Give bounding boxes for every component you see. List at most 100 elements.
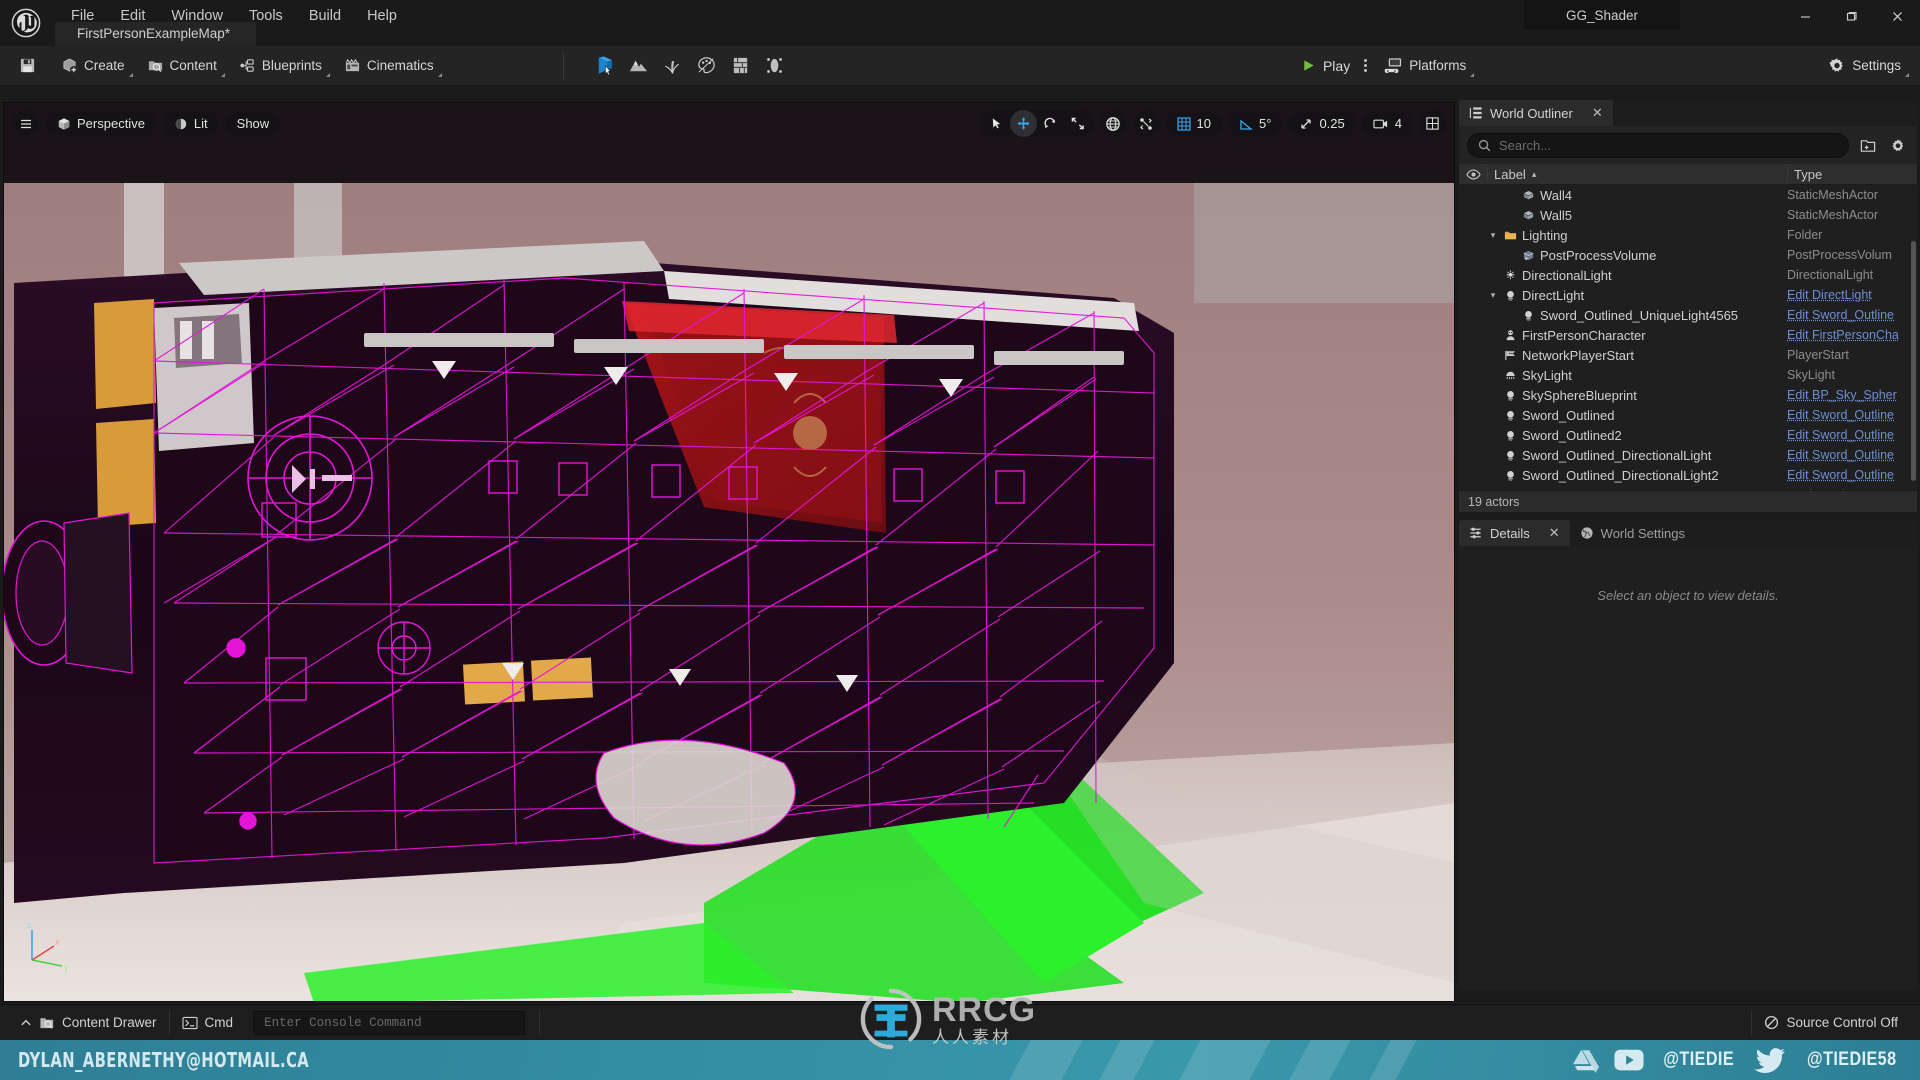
viewport-3d-scene[interactable] [4, 103, 1454, 1001]
play-button[interactable]: Play [1293, 51, 1358, 81]
mesh-paint-mode-icon[interactable] [690, 51, 724, 81]
tab-details[interactable]: Details ✕ [1459, 520, 1570, 546]
outliner-search-input[interactable] [1499, 138, 1838, 153]
save-icon[interactable] [10, 51, 44, 81]
grid-snap-button[interactable]: 10 [1165, 111, 1223, 136]
outliner-row-edit-link[interactable]: Edit BP_Sky_Spher [1787, 388, 1917, 402]
outliner-row[interactable]: FirstPersonCharacter Edit FirstPersonCha [1459, 325, 1917, 345]
cinematics-button[interactable]: Cinematics [333, 51, 445, 81]
expand-collapse-icon[interactable]: ▾ [1487, 289, 1499, 301]
outliner-row[interactable]: Wall4 StaticMeshActor [1459, 185, 1917, 205]
settings-button[interactable]: Settings [1817, 51, 1912, 81]
scale-tool-icon[interactable] [1064, 110, 1091, 137]
camera-speed-button[interactable]: 4 [1361, 111, 1413, 136]
outliner-row[interactable]: Sword_Outlined_DirectionalLight2 Edit Swo… [1459, 465, 1917, 485]
create-button[interactable]: Create [50, 51, 136, 81]
outliner-row[interactable]: ▾ DirectLight Edit DirectLight [1459, 285, 1917, 305]
document-tab[interactable]: FirstPersonExampleMap* [55, 22, 257, 46]
outliner-row-name: SkySphereBlueprint [1522, 387, 1637, 403]
platforms-caret-icon[interactable] [1470, 72, 1475, 77]
content-drawer-button[interactable]: Content Drawer [8, 1010, 169, 1036]
outliner-row[interactable]: SkySphereBlueprint Edit BP_Sky_Spher [1459, 385, 1917, 405]
select-tool-icon[interactable] [983, 110, 1010, 137]
unreal-engine-logo-icon[interactable] [0, 0, 52, 46]
maximize-button[interactable] [1828, 0, 1874, 32]
outliner-row-edit-link[interactable]: Edit Sword_Outline [1787, 408, 1917, 422]
outliner-row[interactable]: NetworkPlayerStart PlayerStart [1459, 345, 1917, 365]
brush-edit-mode-icon[interactable] [758, 51, 792, 81]
outliner-row[interactable]: ▾ Lighting Folder [1459, 225, 1917, 245]
level-viewport[interactable]: Perspective Lit Show 10 5° 0.25 4 z y x [3, 102, 1455, 1002]
translate-tool-icon[interactable] [1009, 110, 1037, 137]
blueprints-button[interactable]: Blueprints [228, 51, 333, 81]
expand-collapse-icon[interactable]: ▾ [1487, 229, 1499, 241]
outliner-row[interactable]: Sword_Outlined_DirectionalLight Edit Swor… [1459, 445, 1917, 465]
details-close-icon[interactable]: ✕ [1549, 525, 1560, 541]
close-button[interactable] [1874, 0, 1920, 32]
content-caret-icon[interactable] [220, 72, 225, 77]
menu-help[interactable]: Help [354, 4, 410, 28]
tab-world-settings[interactable]: World Settings [1569, 520, 1695, 546]
outliner-row[interactable]: Sword_Outlined2 Edit Sword_Outline [1459, 425, 1917, 445]
outliner-row-edit-link[interactable]: Edit FirstPersonCha [1787, 328, 1917, 342]
viewport-menu-icon[interactable] [12, 110, 39, 137]
viewport-show-button[interactable]: Show [225, 111, 281, 136]
outliner-column-header: Label ▴ Type [1459, 164, 1917, 185]
outliner-tree[interactable]: Wall4 StaticMeshActor Wall5 StaticMeshActor… [1459, 185, 1917, 490]
outliner-row[interactable]: PostProcessVolume PostProcessVolum [1459, 245, 1917, 265]
cinematics-caret-icon[interactable] [437, 72, 442, 77]
folder-icon [1504, 229, 1517, 242]
select-mode-icon[interactable] [588, 51, 622, 81]
outliner-row-edit-link[interactable]: Edit Sword_Outline [1787, 468, 1917, 482]
landscape-mode-icon[interactable] [622, 51, 656, 81]
surface-snap-icon[interactable] [1132, 110, 1160, 137]
outliner-close-icon[interactable]: ✕ [1592, 105, 1603, 121]
outliner-row[interactable]: Sword_Outlined_UniqueLight4565 Edit Sword… [1459, 305, 1917, 325]
new-folder-icon[interactable] [1857, 135, 1879, 157]
rotate-tool-icon[interactable] [1037, 110, 1064, 137]
play-options-button[interactable] [1358, 51, 1373, 81]
fracture-mode-icon[interactable] [724, 51, 758, 81]
outliner-row[interactable]: SkyLight SkyLight [1459, 365, 1917, 385]
cmd-button[interactable]: Cmd [170, 1010, 246, 1036]
column-header-label[interactable]: Label ▴ [1487, 166, 1787, 182]
outliner-row[interactable]: DirectionalLight DirectionalLight [1459, 265, 1917, 285]
world-space-icon[interactable] [1099, 110, 1127, 137]
foliage-mode-icon[interactable] [656, 51, 690, 81]
content-button[interactable]: Content [136, 51, 228, 81]
minimize-button[interactable] [1782, 0, 1828, 32]
outliner-row-edit-link[interactable]: Edit DirectLight [1787, 288, 1917, 302]
wm-stripe-4 [1278, 1040, 1362, 1080]
create-caret-icon[interactable] [128, 72, 133, 77]
visibility-icon[interactable] [1459, 169, 1487, 180]
outliner-row[interactable]: Sword_Outlined Edit Sword_Outline [1459, 405, 1917, 425]
outliner-row-edit-link[interactable]: Edit Sword_Outline [1787, 448, 1917, 462]
outliner-row-label-cell: Sword_Outlined_DirectionalLight2 [1459, 468, 1787, 483]
tab-world-outliner[interactable]: World Outliner ✕ [1459, 100, 1613, 126]
column-header-type[interactable]: Type [1787, 166, 1917, 182]
camera-icon [1373, 119, 1387, 128]
blueprints-icon [240, 59, 254, 72]
viewport-lit-button[interactable]: Lit [162, 111, 219, 136]
blueprints-caret-icon[interactable] [325, 72, 330, 77]
outliner-search-box[interactable] [1467, 133, 1849, 158]
perspective-cube-icon [58, 117, 70, 130]
outliner-row[interactable]: Wall5 StaticMeshActor [1459, 205, 1917, 225]
platforms-button[interactable]: Platforms [1373, 51, 1477, 81]
console-command-input[interactable] [253, 1010, 526, 1035]
outliner-actor-count: 19 actors [1459, 490, 1917, 512]
outliner-row-edit-link[interactable]: Edit Sword_Outline [1787, 308, 1917, 322]
angle-snap-button[interactable]: 5° [1228, 111, 1283, 136]
menu-build[interactable]: Build [296, 4, 354, 28]
outliner-row-edit-link[interactable]: Edit Sword_Outline [1787, 428, 1917, 442]
viewport-perspective-button[interactable]: Perspective [46, 111, 156, 136]
outliner-row[interactable]: Sword_Test StaticMeshActor [1459, 485, 1917, 491]
outliner-settings-gear-icon[interactable] [1887, 135, 1909, 157]
scale-snap-button[interactable]: 0.25 [1288, 111, 1356, 136]
source-control-button[interactable]: Source Control Off [1752, 1010, 1910, 1036]
viewport-options-icon[interactable] [1419, 110, 1446, 137]
settings-caret-icon[interactable] [1905, 72, 1909, 77]
outliner-row-name: DirectLight [1522, 287, 1585, 303]
